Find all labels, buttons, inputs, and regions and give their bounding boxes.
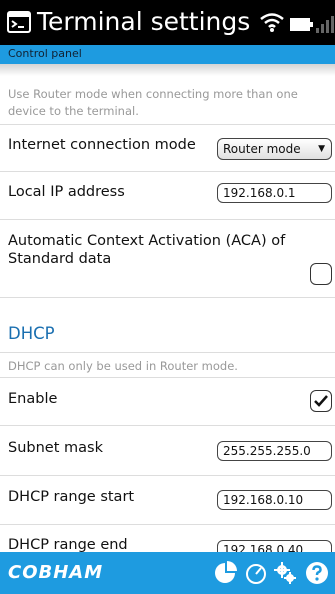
divider (0, 377, 335, 378)
divider (0, 475, 335, 476)
wifi-icon (260, 13, 284, 32)
page-title: Terminal settings (37, 7, 251, 36)
local-ip-input[interactable]: 192.168.0.1 (217, 183, 332, 203)
divider (0, 124, 335, 125)
scroll-shadow (0, 64, 335, 76)
router-mode-note: Use Router mode when connecting more tha… (8, 87, 298, 118)
settings-panel[interactable]: Use Router mode when connecting more tha… (0, 64, 335, 552)
subnet-mask-label: Subnet mask (8, 440, 103, 456)
dhcp-range-start-label: DHCP range start (8, 489, 135, 505)
help-icon[interactable] (305, 561, 329, 585)
dhcp-range-end-label: DHCP range end (8, 537, 128, 552)
footer-bar: COBHAM (0, 552, 335, 594)
terminal-icon (7, 11, 31, 33)
internet-mode-label: Internet connection mode (8, 137, 196, 153)
dhcp-enable-label: Enable (8, 391, 58, 407)
divider (0, 352, 335, 353)
dhcp-enable-checkbox[interactable] (310, 390, 332, 412)
internet-mode-value: Router mode (223, 142, 301, 156)
aca-checkbox[interactable] (310, 263, 332, 285)
local-ip-label: Local IP address (8, 184, 125, 200)
settings-gears-icon[interactable] (273, 561, 297, 585)
checkmark-icon (314, 395, 328, 407)
battery-tip (310, 22, 313, 27)
dropdown-arrow-icon: ▼ (318, 144, 325, 154)
dhcp-range-start-input[interactable]: 192.168.0.10 (217, 490, 332, 510)
battery-icon (290, 18, 310, 31)
divider (0, 171, 335, 172)
signal-icon (316, 16, 334, 33)
breadcrumb-bar: Control panel (0, 45, 335, 64)
speedometer-icon[interactable] (244, 561, 268, 585)
divider (0, 524, 335, 525)
subnet-mask-input[interactable]: 255.255.255.0 (217, 441, 332, 461)
cobham-logo[interactable]: COBHAM (8, 562, 103, 584)
pie-chart-icon[interactable] (213, 561, 237, 585)
divider (0, 425, 335, 426)
dhcp-note: DHCP can only be used in Router mode. (8, 359, 238, 373)
internet-mode-select[interactable]: Router mode ▼ (217, 138, 332, 160)
dhcp-section-title: DHCP (8, 324, 55, 343)
divider (0, 297, 335, 298)
divider (0, 219, 335, 220)
breadcrumb[interactable]: Control panel (8, 47, 82, 61)
dhcp-range-end-input[interactable]: 192.168.0.40 (217, 540, 332, 552)
app-header: Terminal settings (0, 0, 335, 45)
aca-label: Automatic Context Activation (ACA) of St… (8, 233, 286, 267)
